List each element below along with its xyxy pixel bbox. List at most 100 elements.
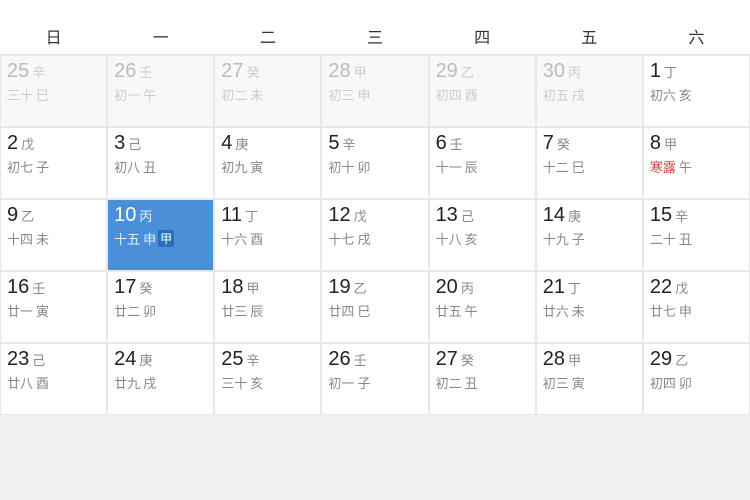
heavenly-stem: 己 xyxy=(461,206,474,225)
day-num-row: 7癸 xyxy=(543,132,636,155)
lunar-day: 廿九 xyxy=(114,373,140,392)
heavenly-stem: 丁 xyxy=(245,206,258,225)
heavenly-stem: 癸 xyxy=(461,350,474,369)
day-num-row: 29乙 xyxy=(650,348,743,371)
day-cell[interactable]: 27癸初二丑 xyxy=(429,343,536,415)
day-number: 28 xyxy=(328,60,350,83)
day-number: 12 xyxy=(328,204,350,227)
day-number: 5 xyxy=(328,132,339,155)
day-number: 30 xyxy=(543,60,565,83)
heavenly-stem: 壬 xyxy=(139,62,152,81)
earthly-branch: 亥 xyxy=(679,85,692,104)
heavenly-stem: 甲 xyxy=(568,350,581,369)
heavenly-stem: 辛 xyxy=(343,134,356,153)
day-number: 29 xyxy=(650,348,672,371)
day-cell[interactable]: 24庚廿九戌 xyxy=(107,343,214,415)
day-number: 29 xyxy=(436,60,458,83)
day-cell[interactable]: 30丙初五戌 xyxy=(536,55,643,127)
weekday-label: 四 xyxy=(429,18,536,54)
lunar-day: 十五 xyxy=(114,229,140,248)
earthly-branch: 巳 xyxy=(572,157,585,176)
day-cell[interactable]: 27癸初二未 xyxy=(214,55,321,127)
day-number: 24 xyxy=(114,348,136,371)
day-cell[interactable]: 1丁初六亥 xyxy=(643,55,750,127)
day-cell[interactable]: 17癸廿二卯 xyxy=(107,271,214,343)
lunar-day: 十六 xyxy=(221,229,247,248)
day-cell[interactable]: 12戊十七戌 xyxy=(321,199,428,271)
day-cell[interactable]: 19乙廿四巳 xyxy=(321,271,428,343)
heavenly-stem: 癸 xyxy=(139,278,152,297)
lunar-row: 初十卯 xyxy=(328,157,421,176)
day-cell[interactable]: 3己初八丑 xyxy=(107,127,214,199)
day-num-row: 17癸 xyxy=(114,276,207,299)
day-cell[interactable]: 25辛三十亥 xyxy=(214,343,321,415)
day-cell[interactable]: 26壬初一子 xyxy=(321,343,428,415)
lunar-day: 初九 xyxy=(221,157,247,176)
weekday-label: 二 xyxy=(214,18,321,54)
day-cell[interactable]: 11丁十六酉 xyxy=(214,199,321,271)
day-number: 13 xyxy=(436,204,458,227)
day-num-row: 30丙 xyxy=(543,60,636,83)
day-number: 16 xyxy=(7,276,29,299)
day-cell[interactable]: 22戊廿七申 xyxy=(643,271,750,343)
weekday-label: 一 xyxy=(107,18,214,54)
earthly-branch: 戌 xyxy=(357,229,370,248)
weekdays-row: 日一二三四五六 xyxy=(0,18,750,55)
day-cell[interactable]: 25辛三十巳 xyxy=(0,55,107,127)
lunar-day: 廿八 xyxy=(7,373,33,392)
day-cell[interactable]: 23己廿八酉 xyxy=(0,343,107,415)
earthly-branch: 巳 xyxy=(357,301,370,320)
header xyxy=(0,0,750,18)
lunar-day: 初六 xyxy=(650,85,676,104)
day-cell[interactable]: 6壬十一辰 xyxy=(429,127,536,199)
day-cell[interactable]: 21丁廿六未 xyxy=(536,271,643,343)
day-cell[interactable]: 20丙廿五午 xyxy=(429,271,536,343)
heavenly-stem: 辛 xyxy=(247,350,260,369)
day-cell[interactable]: 7癸十二巳 xyxy=(536,127,643,199)
weekday-label: 六 xyxy=(643,18,750,54)
day-cell[interactable]: 8甲寒露午 xyxy=(643,127,750,199)
day-cell[interactable]: 13己十八亥 xyxy=(429,199,536,271)
earthly-branch: 亥 xyxy=(250,373,263,392)
day-cell[interactable]: 18甲廿三辰 xyxy=(214,271,321,343)
lunar-day: 廿七 xyxy=(650,301,676,320)
day-cell[interactable]: 9乙十四未 xyxy=(0,199,107,271)
heavenly-stem: 丙 xyxy=(139,206,152,225)
lunar-row: 初七子 xyxy=(7,157,100,176)
lunar-row: 廿二卯 xyxy=(114,301,207,320)
earthly-branch: 卯 xyxy=(357,157,370,176)
day-number: 4 xyxy=(221,132,232,155)
day-cell[interactable]: 2戊初七子 xyxy=(0,127,107,199)
earthly-branch: 辰 xyxy=(250,301,263,320)
day-number: 17 xyxy=(114,276,136,299)
lunar-day: 廿五 xyxy=(436,301,462,320)
earthly-branch: 未 xyxy=(36,229,49,248)
day-cell[interactable]: 29乙初四酉 xyxy=(429,55,536,127)
lunar-row: 三十巳 xyxy=(7,85,100,104)
heavenly-stem: 己 xyxy=(32,350,45,369)
lunar-row: 十二巳 xyxy=(543,157,636,176)
earthly-branch: 戌 xyxy=(572,85,585,104)
day-cell[interactable]: 26壬初一午 xyxy=(107,55,214,127)
lunar-row: 初二未 xyxy=(221,85,314,104)
day-cell[interactable]: 14庚十九子 xyxy=(536,199,643,271)
day-cell[interactable]: 16壬廿一寅 xyxy=(0,271,107,343)
lunar-row: 十一辰 xyxy=(436,157,529,176)
day-cell[interactable]: 10丙十五申甲 xyxy=(107,199,214,271)
day-cell[interactable]: 4庚初九寅 xyxy=(214,127,321,199)
day-num-row: 9乙 xyxy=(7,204,100,227)
day-number: 25 xyxy=(221,348,243,371)
day-cell[interactable]: 28甲初三申 xyxy=(321,55,428,127)
day-num-row: 11丁 xyxy=(221,204,314,227)
day-number: 23 xyxy=(7,348,29,371)
day-cell[interactable]: 5辛初十卯 xyxy=(321,127,428,199)
today-label: 甲 xyxy=(158,230,174,247)
heavenly-stem: 壬 xyxy=(450,134,463,153)
day-cell[interactable]: 28甲初三寅 xyxy=(536,343,643,415)
day-num-row: 15辛 xyxy=(650,204,743,227)
day-cell[interactable]: 15辛二十丑 xyxy=(643,199,750,271)
weekday-label: 日 xyxy=(0,18,107,54)
lunar-day: 初八 xyxy=(114,157,140,176)
day-cell[interactable]: 29乙初四卯 xyxy=(643,343,750,415)
lunar-row: 初三寅 xyxy=(543,373,636,392)
